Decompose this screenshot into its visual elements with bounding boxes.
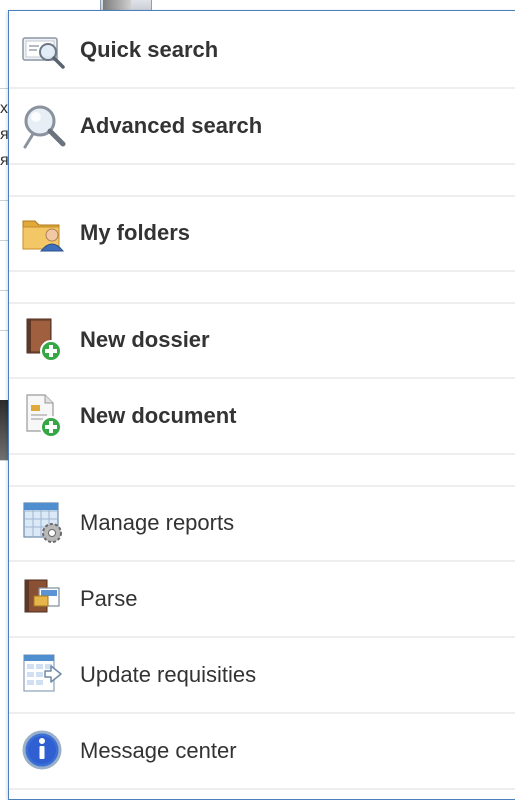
background-text-column: x я я (0, 96, 9, 174)
menu-item-label: Message center (80, 738, 237, 763)
menu-item-label: Advanced search (80, 113, 263, 138)
update-grid-icon (21, 652, 67, 698)
background-char: я (0, 152, 9, 169)
menu-item-label: New document (80, 403, 237, 428)
background-char: x (0, 100, 8, 117)
menu-item-label: New dossier (80, 327, 210, 352)
background-char: я (0, 126, 9, 143)
menu-separator (9, 455, 515, 487)
menu-item-parse[interactable]: Parse (9, 562, 515, 638)
menu-item-message-center[interactable]: Message center (9, 714, 515, 790)
menu-item-advanced-search[interactable]: Advanced search (9, 89, 515, 165)
quick-search-icon (21, 27, 67, 73)
menu-item-new-document[interactable]: New document (9, 379, 515, 455)
menu-item-my-folders[interactable]: My folders (9, 196, 515, 272)
menu-item-label: Manage reports (80, 510, 235, 535)
reports-gear-icon (21, 500, 67, 546)
new-dossier-icon (21, 317, 67, 363)
menu-item-label: Parse (80, 586, 138, 611)
menu-separator (9, 165, 515, 197)
dropdown-menu: Quick search Advanced search My folders (8, 10, 515, 800)
menu-item-label: Quick search (80, 37, 219, 62)
info-icon (21, 728, 67, 774)
new-document-icon (21, 393, 67, 439)
menu-item-quick-search[interactable]: Quick search (9, 13, 515, 89)
menu-item-label: Update requisities (80, 662, 257, 687)
parse-icon (21, 576, 67, 622)
magnifier-icon (21, 103, 67, 149)
menu-item-manage-reports[interactable]: Manage reports (9, 486, 515, 562)
menu-item-update-requisities[interactable]: Update requisities (9, 638, 515, 714)
menu-item-new-dossier[interactable]: New dossier (9, 303, 515, 379)
menu-separator (9, 272, 515, 304)
user-folder-icon (21, 210, 67, 256)
menu-item-label: My folders (80, 220, 191, 245)
